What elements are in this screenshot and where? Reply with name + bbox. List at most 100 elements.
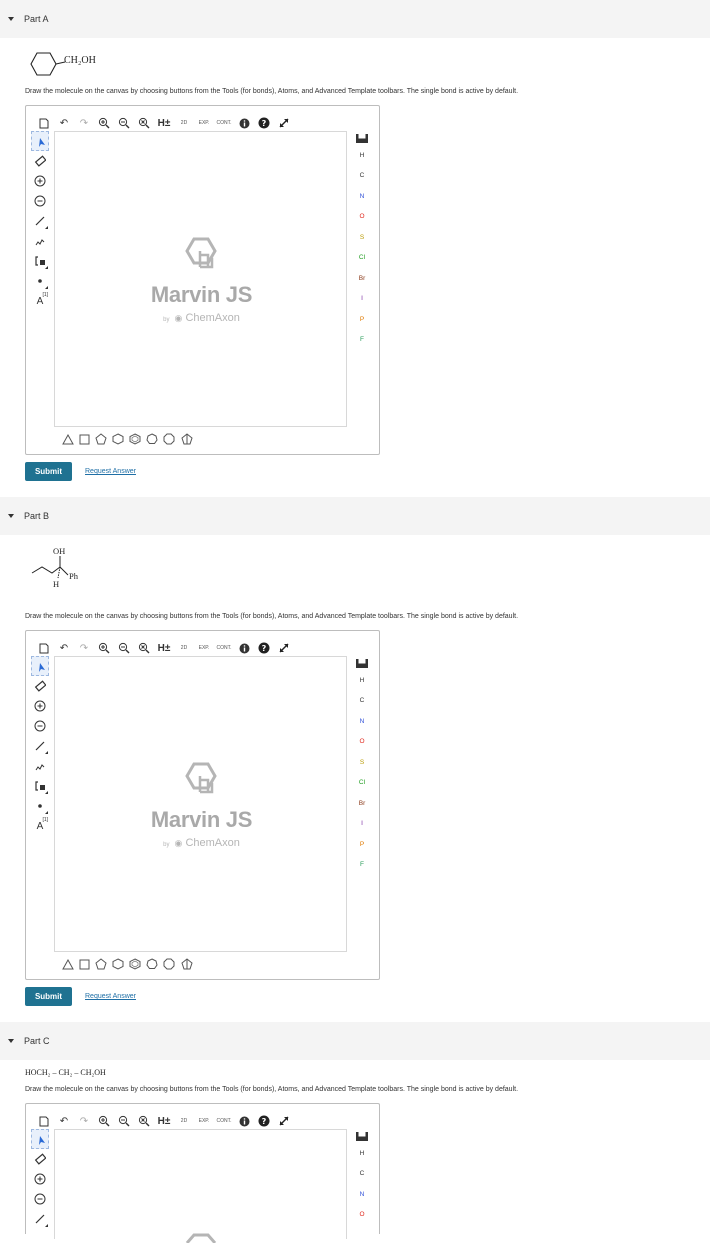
- contract-button[interactable]: CONT.: [216, 115, 232, 131]
- positive-charge-icon[interactable]: [31, 171, 49, 191]
- collapse-caret-icon[interactable]: [8, 514, 14, 518]
- radical-tool-icon[interactable]: [31, 796, 49, 816]
- atom-br-button[interactable]: Br: [359, 268, 366, 289]
- help-icon[interactable]: ?: [256, 115, 272, 131]
- positive-charge-icon[interactable]: [31, 1169, 49, 1189]
- new-document-icon[interactable]: [36, 1113, 52, 1129]
- atom-p-button[interactable]: P: [360, 834, 364, 855]
- collapse-caret-icon[interactable]: [8, 1039, 14, 1043]
- add-hydrogens-button[interactable]: H±: [156, 1113, 172, 1129]
- single-bond-icon[interactable]: [31, 1209, 49, 1229]
- negative-charge-icon[interactable]: [31, 716, 49, 736]
- atom-s-button[interactable]: S: [360, 752, 364, 773]
- atom-map-tool-icon[interactable]: A [1]: [31, 291, 49, 311]
- collapse-caret-icon[interactable]: [8, 17, 14, 21]
- atom-h-button[interactable]: H: [360, 145, 365, 166]
- hexagon-template-icon[interactable]: [112, 433, 124, 445]
- part-b-request-answer-link[interactable]: Request Answer: [85, 993, 136, 1000]
- atom-h-button[interactable]: H: [360, 1143, 365, 1164]
- fullscreen-icon[interactable]: [276, 640, 292, 656]
- negative-charge-icon[interactable]: [31, 191, 49, 211]
- redo-icon[interactable]: ↷: [76, 1113, 92, 1129]
- part-b-header[interactable]: Part B: [0, 497, 710, 535]
- part-a-request-answer-link[interactable]: Request Answer: [85, 468, 136, 475]
- drawing-canvas[interactable]: [54, 1129, 347, 1244]
- octagon-template-icon[interactable]: [163, 958, 175, 970]
- heptagon-template-icon[interactable]: [146, 433, 158, 445]
- periodic-table-icon[interactable]: [356, 656, 368, 670]
- negative-charge-icon[interactable]: [31, 1189, 49, 1209]
- triangle-template-icon[interactable]: [62, 958, 74, 970]
- zoom-in-icon[interactable]: [96, 640, 112, 656]
- redo-icon[interactable]: ↷: [76, 115, 92, 131]
- contract-button[interactable]: CONT.: [216, 1113, 232, 1129]
- redo-icon[interactable]: ↷: [76, 640, 92, 656]
- atom-o-button[interactable]: O: [359, 207, 364, 228]
- zoom-out-icon[interactable]: [116, 1113, 132, 1129]
- new-document-icon[interactable]: [36, 115, 52, 131]
- atom-p-button[interactable]: P: [360, 309, 364, 330]
- expand-button[interactable]: EXP.: [196, 640, 212, 656]
- single-bond-icon[interactable]: [31, 211, 49, 231]
- pentagon-template-icon[interactable]: [95, 958, 107, 970]
- bracket-tool-icon[interactable]: [31, 776, 49, 796]
- atom-s-button[interactable]: S: [360, 227, 364, 248]
- undo-icon[interactable]: ↶: [56, 115, 72, 131]
- radical-tool-icon[interactable]: [31, 271, 49, 291]
- chain-tool-icon[interactable]: [31, 231, 49, 251]
- help-icon[interactable]: ?: [256, 1113, 272, 1129]
- part-a-header[interactable]: Part A: [0, 0, 710, 38]
- contract-button[interactable]: CONT.: [216, 640, 232, 656]
- square-template-icon[interactable]: [79, 959, 90, 970]
- add-hydrogens-button[interactable]: H±: [156, 115, 172, 131]
- triangle-template-icon[interactable]: [62, 433, 74, 445]
- atom-o-button[interactable]: O: [359, 732, 364, 753]
- atom-f-button[interactable]: F: [360, 855, 364, 876]
- atom-i-button[interactable]: I: [361, 814, 363, 835]
- hexagon-template-icon[interactable]: [112, 958, 124, 970]
- zoom-out-icon[interactable]: [116, 640, 132, 656]
- clean-2d-button[interactable]: 2D: [176, 1113, 192, 1129]
- eraser-icon[interactable]: [31, 151, 49, 171]
- zoom-in-icon[interactable]: [96, 115, 112, 131]
- expand-button[interactable]: EXP.: [196, 1113, 212, 1129]
- bicyclic-template-icon[interactable]: [180, 433, 194, 445]
- atom-h-button[interactable]: H: [360, 670, 365, 691]
- eraser-icon[interactable]: [31, 676, 49, 696]
- atom-o-button[interactable]: O: [359, 1205, 364, 1226]
- help-icon[interactable]: ?: [256, 640, 272, 656]
- octagon-template-icon[interactable]: [163, 433, 175, 445]
- part-c-header[interactable]: Part C: [0, 1022, 710, 1060]
- bicyclic-template-icon[interactable]: [180, 958, 194, 970]
- part-a-submit-button[interactable]: Submit: [25, 462, 72, 481]
- benzene-template-icon[interactable]: [129, 958, 141, 970]
- single-bond-icon[interactable]: [31, 736, 49, 756]
- info-icon[interactable]: [236, 1113, 252, 1129]
- positive-charge-icon[interactable]: [31, 696, 49, 716]
- clean-2d-button[interactable]: 2D: [176, 115, 192, 131]
- new-document-icon[interactable]: [36, 640, 52, 656]
- fullscreen-icon[interactable]: [276, 115, 292, 131]
- eraser-icon[interactable]: [31, 1149, 49, 1169]
- square-template-icon[interactable]: [79, 434, 90, 445]
- zoom-fit-icon[interactable]: [136, 640, 152, 656]
- part-b-submit-button[interactable]: Submit: [25, 987, 72, 1006]
- add-hydrogens-button[interactable]: H±: [156, 640, 172, 656]
- drawing-canvas[interactable]: Marvin JS by ◉ ChemAxon: [54, 656, 347, 952]
- atom-c-button[interactable]: C: [360, 166, 365, 187]
- zoom-fit-icon[interactable]: [136, 115, 152, 131]
- atom-f-button[interactable]: F: [360, 330, 364, 351]
- info-icon[interactable]: [236, 640, 252, 656]
- pentagon-template-icon[interactable]: [95, 433, 107, 445]
- undo-icon[interactable]: ↶: [56, 1113, 72, 1129]
- atom-map-tool-icon[interactable]: A [1]: [31, 816, 49, 836]
- atom-c-button[interactable]: C: [360, 1164, 365, 1185]
- selection-tool-icon[interactable]: [31, 656, 49, 676]
- expand-button[interactable]: EXP.: [196, 115, 212, 131]
- periodic-table-icon[interactable]: [356, 1129, 368, 1143]
- fullscreen-icon[interactable]: [276, 1113, 292, 1129]
- zoom-in-icon[interactable]: [96, 1113, 112, 1129]
- atom-br-button[interactable]: Br: [359, 793, 366, 814]
- selection-tool-icon[interactable]: [31, 131, 49, 151]
- atom-n-button[interactable]: N: [360, 186, 365, 207]
